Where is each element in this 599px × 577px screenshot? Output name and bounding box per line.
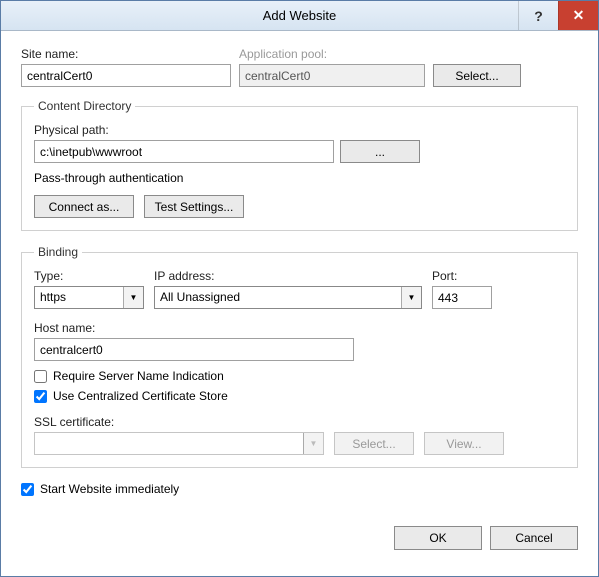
type-select[interactable]: https ▼ — [34, 286, 144, 309]
start-immediately-label: Start Website immediately — [40, 482, 179, 496]
passthru-auth-label: Pass-through authentication — [34, 171, 565, 185]
app-pool-label: Application pool: — [239, 47, 425, 61]
start-immediately-checkbox[interactable] — [21, 483, 34, 496]
ssl-select-button: Select... — [334, 432, 414, 455]
close-button[interactable]: ✕ — [558, 1, 598, 30]
site-name-input[interactable] — [21, 64, 231, 87]
ip-address-label: IP address: — [154, 269, 422, 283]
ok-button[interactable]: OK — [394, 526, 482, 550]
content-directory-legend: Content Directory — [34, 99, 135, 113]
window-title: Add Website — [1, 8, 598, 23]
ssl-cert-label: SSL certificate: — [34, 415, 565, 429]
select-app-pool-button[interactable]: Select... — [433, 64, 521, 87]
binding-group: Binding Type: https ▼ IP address: All Un… — [21, 245, 578, 468]
browse-path-button[interactable]: ... — [340, 140, 420, 163]
port-label: Port: — [432, 269, 492, 283]
physical-path-label: Physical path: — [34, 123, 565, 137]
ip-address-select[interactable]: All Unassigned ▼ — [154, 286, 422, 309]
app-pool-input — [239, 64, 425, 87]
host-name-input[interactable] — [34, 338, 354, 361]
use-ccs-checkbox[interactable] — [34, 390, 47, 403]
ssl-cert-select: ▼ — [34, 432, 324, 455]
cancel-button[interactable]: Cancel — [490, 526, 578, 550]
titlebar: Add Website ? ✕ — [1, 1, 598, 31]
require-sni-label: Require Server Name Indication — [53, 369, 224, 383]
require-sni-checkbox[interactable] — [34, 370, 47, 383]
ssl-cert-value — [35, 433, 303, 454]
chevron-down-icon: ▼ — [303, 433, 323, 454]
host-name-label: Host name: — [34, 321, 565, 335]
use-ccs-label: Use Centralized Certificate Store — [53, 389, 228, 403]
content-directory-group: Content Directory Physical path: ... Pas… — [21, 99, 578, 231]
connect-as-button[interactable]: Connect as... — [34, 195, 134, 218]
type-label: Type: — [34, 269, 144, 283]
ip-address-value: All Unassigned — [155, 287, 401, 308]
chevron-down-icon[interactable]: ▼ — [401, 287, 421, 308]
binding-legend: Binding — [34, 245, 82, 259]
chevron-down-icon[interactable]: ▼ — [123, 287, 143, 308]
port-input[interactable] — [432, 286, 492, 309]
test-settings-button[interactable]: Test Settings... — [144, 195, 244, 218]
ssl-view-button: View... — [424, 432, 504, 455]
help-button[interactable]: ? — [518, 1, 558, 30]
type-value: https — [35, 287, 123, 308]
physical-path-input[interactable] — [34, 140, 334, 163]
site-name-label: Site name: — [21, 47, 231, 61]
